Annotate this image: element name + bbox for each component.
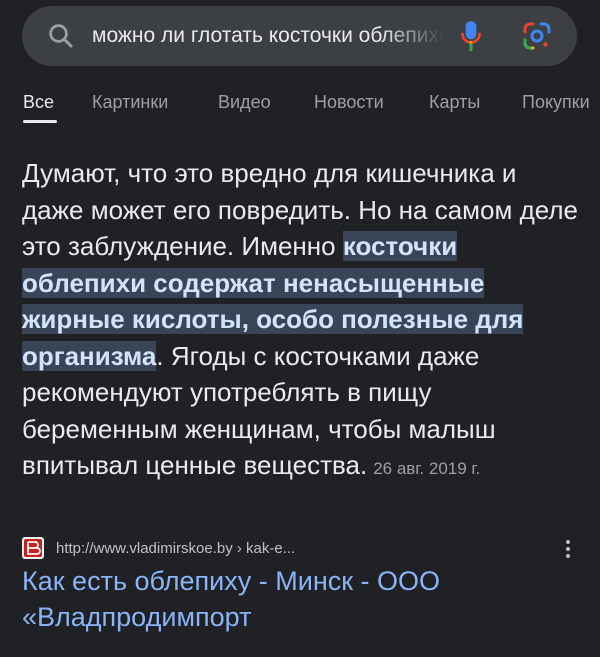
featured-snippet: Думают, что это вредно для кишечника и д… xyxy=(22,155,582,488)
result-title-link[interactable]: Как есть облепиху - Минск - ООО «Владпро… xyxy=(22,563,582,635)
tab-video[interactable]: Видео xyxy=(218,92,271,113)
search-input[interactable]: можно ли глотать косточки облепихи xyxy=(92,24,444,48)
active-tab-indicator xyxy=(23,120,57,123)
tab-shopping[interactable]: Покупки xyxy=(522,92,590,113)
more-vert-icon[interactable] xyxy=(560,538,576,560)
google-lens-icon[interactable] xyxy=(522,21,552,51)
search-tabs: Все Картинки Видео Новости Карты Покупки xyxy=(0,88,600,128)
result-url[interactable]: http://www.vladimirskoe.by › kak-e... xyxy=(56,540,295,557)
tab-images[interactable]: Картинки xyxy=(92,92,168,113)
tab-news[interactable]: Новости xyxy=(314,92,384,113)
site-favicon-icon xyxy=(22,537,44,559)
snippet-date: 26 авг. 2019 г. xyxy=(373,459,481,478)
result-source[interactable]: http://www.vladimirskoe.by › kak-e... xyxy=(22,534,578,562)
snippet-text-before: Думают, что это вредно для кишечника и д… xyxy=(22,158,579,261)
tab-maps[interactable]: Карты xyxy=(429,92,480,113)
search-bar[interactable]: можно ли глотать косточки облепихи xyxy=(22,6,577,66)
microphone-icon[interactable] xyxy=(458,19,484,53)
tab-all[interactable]: Все xyxy=(23,92,54,113)
search-icon xyxy=(49,24,73,48)
